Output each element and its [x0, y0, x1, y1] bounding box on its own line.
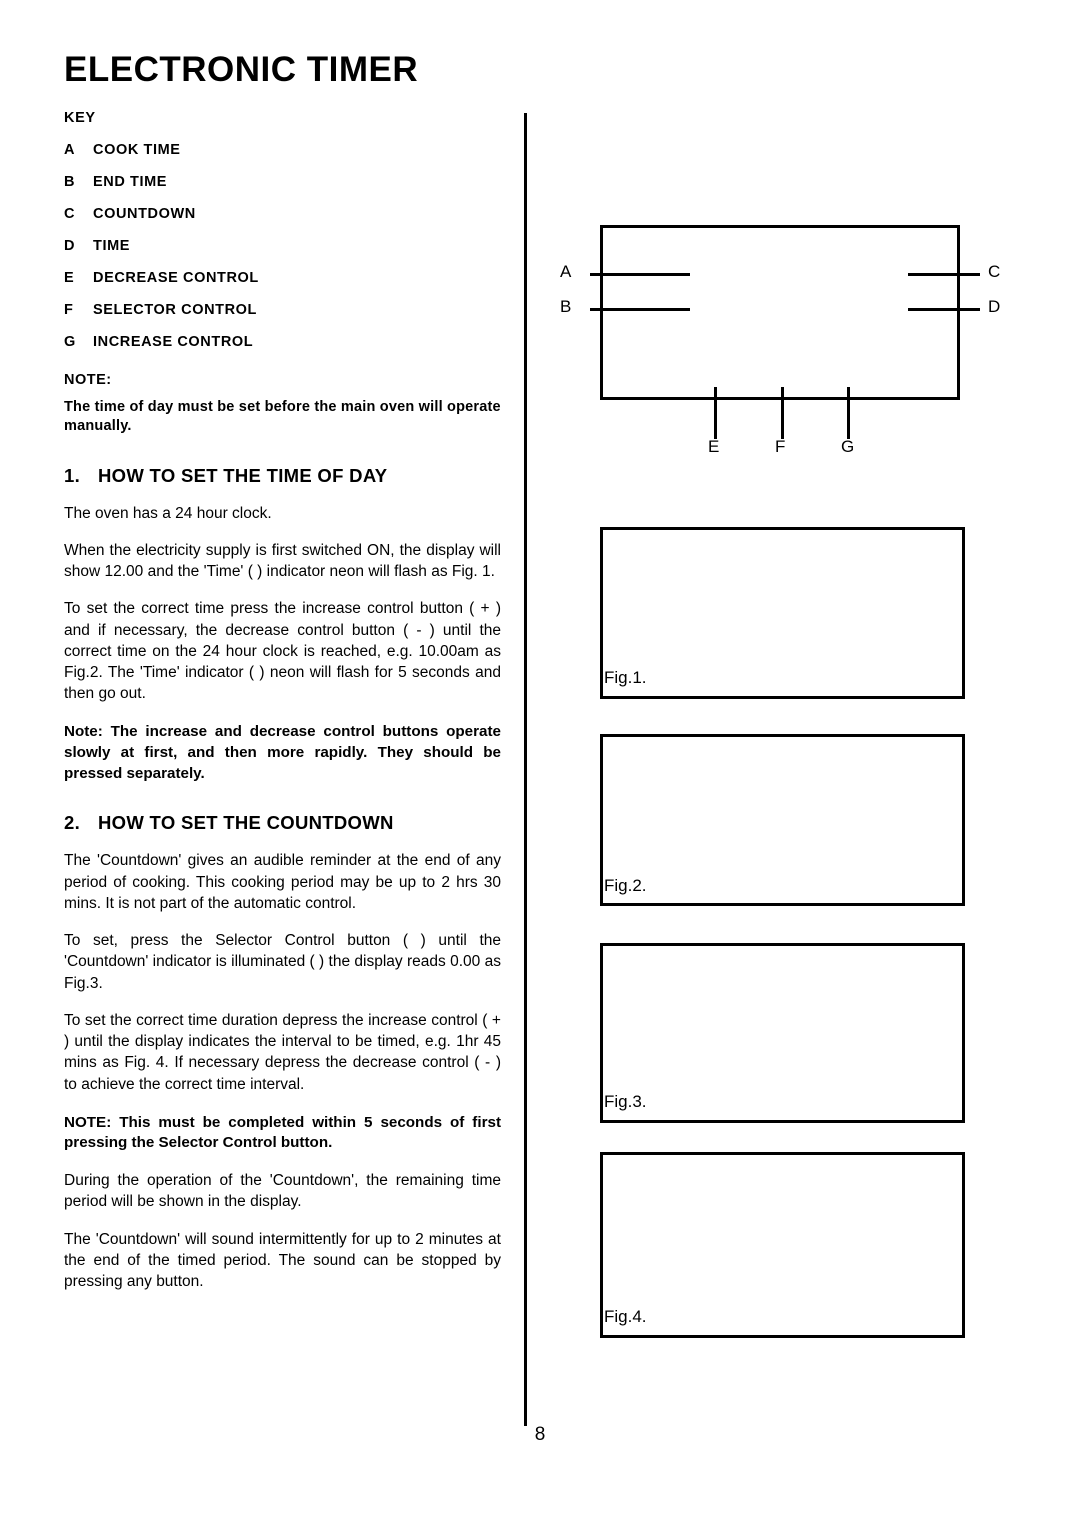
key-item-f: F SELECTOR CONTROL [64, 302, 501, 318]
section-1-paragraph-2: When the electricity supply is first swi… [64, 541, 501, 581]
key-label: TIME [93, 238, 131, 254]
key-label: SELECTOR CONTROL [93, 302, 258, 318]
callout-label-d: D [988, 297, 1001, 316]
section-1-bold-note: Note: The increase and decrease control … [64, 723, 501, 782]
figure-4-box [600, 1152, 965, 1338]
section-2-bold-note: NOTE: This must be completed within 5 se… [64, 1113, 501, 1152]
section-1-paragraph-1: The oven has a 24 hour clock. [64, 504, 272, 522]
page-number: 8 [534, 1424, 546, 1445]
leader-line-b [590, 308, 690, 311]
leader-line-a [590, 273, 690, 276]
column-divider [524, 113, 527, 1426]
key-item-c: C COUNTDOWN [64, 206, 501, 222]
leader-line-g [847, 387, 850, 439]
key-label: DECREASE CONTROL [93, 270, 259, 286]
section-2-title: HOW TO SET THE COUNTDOWN [98, 812, 394, 834]
figure-1-box [600, 527, 965, 699]
leader-line-e [714, 387, 717, 439]
key-label: COUNTDOWN [93, 206, 196, 222]
key-letter: B [64, 174, 76, 190]
key-letter: F [64, 302, 74, 318]
section-1-title: HOW TO SET THE TIME OF DAY [98, 464, 388, 486]
key-letter: E [64, 270, 75, 286]
key-item-d: D TIME [64, 238, 501, 254]
section-1-heading: 1. HOW TO SET THE TIME OF DAY [64, 465, 501, 487]
key-item-g: G INCREASE CONTROL [64, 334, 501, 350]
figure-3-box [600, 943, 965, 1123]
key-item-b: B END TIME [64, 174, 501, 190]
left-column: KEY A COOK TIME B END TIME C COUNTDOWN D… [64, 110, 501, 1292]
timer-diagram: A B C D E F G [556, 225, 1016, 470]
callout-label-f: F [775, 437, 786, 456]
key-heading: KEY [64, 110, 96, 126]
key-label: COOK TIME [93, 142, 181, 158]
section-1-paragraph-3: To set the correct time press the increa… [64, 600, 501, 703]
callout-label-e: E [708, 437, 720, 456]
page-title: ELECTRONIC TIMER [64, 50, 419, 89]
section-2-trailing-paragraph-2: The 'Countdown' will sound intermittentl… [64, 1230, 501, 1291]
section-2-trailing-paragraph-1: During the operation of the 'Countdown',… [64, 1172, 501, 1211]
section-2-paragraph-2: To set, press the Selector Control butto… [64, 932, 501, 992]
key-letter: D [64, 238, 76, 254]
callout-label-c: C [988, 262, 1001, 281]
figure-2-box [600, 734, 965, 906]
key-item-e: E DECREASE CONTROL [64, 270, 501, 286]
section-2-heading: 2. HOW TO SET THE COUNTDOWN [64, 812, 501, 834]
section-2-number: 2. [64, 812, 81, 834]
key-letter: C [64, 206, 76, 222]
key-item-a: A COOK TIME [64, 142, 501, 158]
key-label: END TIME [93, 174, 168, 190]
leader-line-c [908, 273, 980, 276]
key-letter: A [64, 142, 76, 158]
callout-label-g: G [841, 437, 855, 456]
figure-2-label: Fig.2. [604, 876, 647, 895]
figure-1-label: Fig.1. [604, 668, 647, 687]
figure-3-label: Fig.3. [604, 1092, 647, 1111]
key-label: INCREASE CONTROL [93, 334, 254, 350]
key-letter: G [64, 334, 76, 350]
section-2-paragraph-1: The 'Countdown' gives an audible reminde… [64, 852, 501, 912]
section-2-paragraph-3: To set the correct time duration depress… [64, 1011, 501, 1093]
section-1-number: 1. [64, 464, 81, 486]
timer-display-outline [600, 225, 960, 400]
leader-line-f [781, 387, 784, 439]
figure-4-label: Fig.4. [604, 1307, 647, 1326]
leader-line-d [908, 308, 980, 311]
callout-label-b: B [560, 297, 572, 316]
note-heading: NOTE: [64, 372, 112, 388]
note-text: The time of day must be set before the m… [64, 399, 501, 435]
callout-label-a: A [560, 262, 572, 281]
page: ELECTRONIC TIMER KEY A COOK TIME B END T… [0, 0, 1080, 1528]
